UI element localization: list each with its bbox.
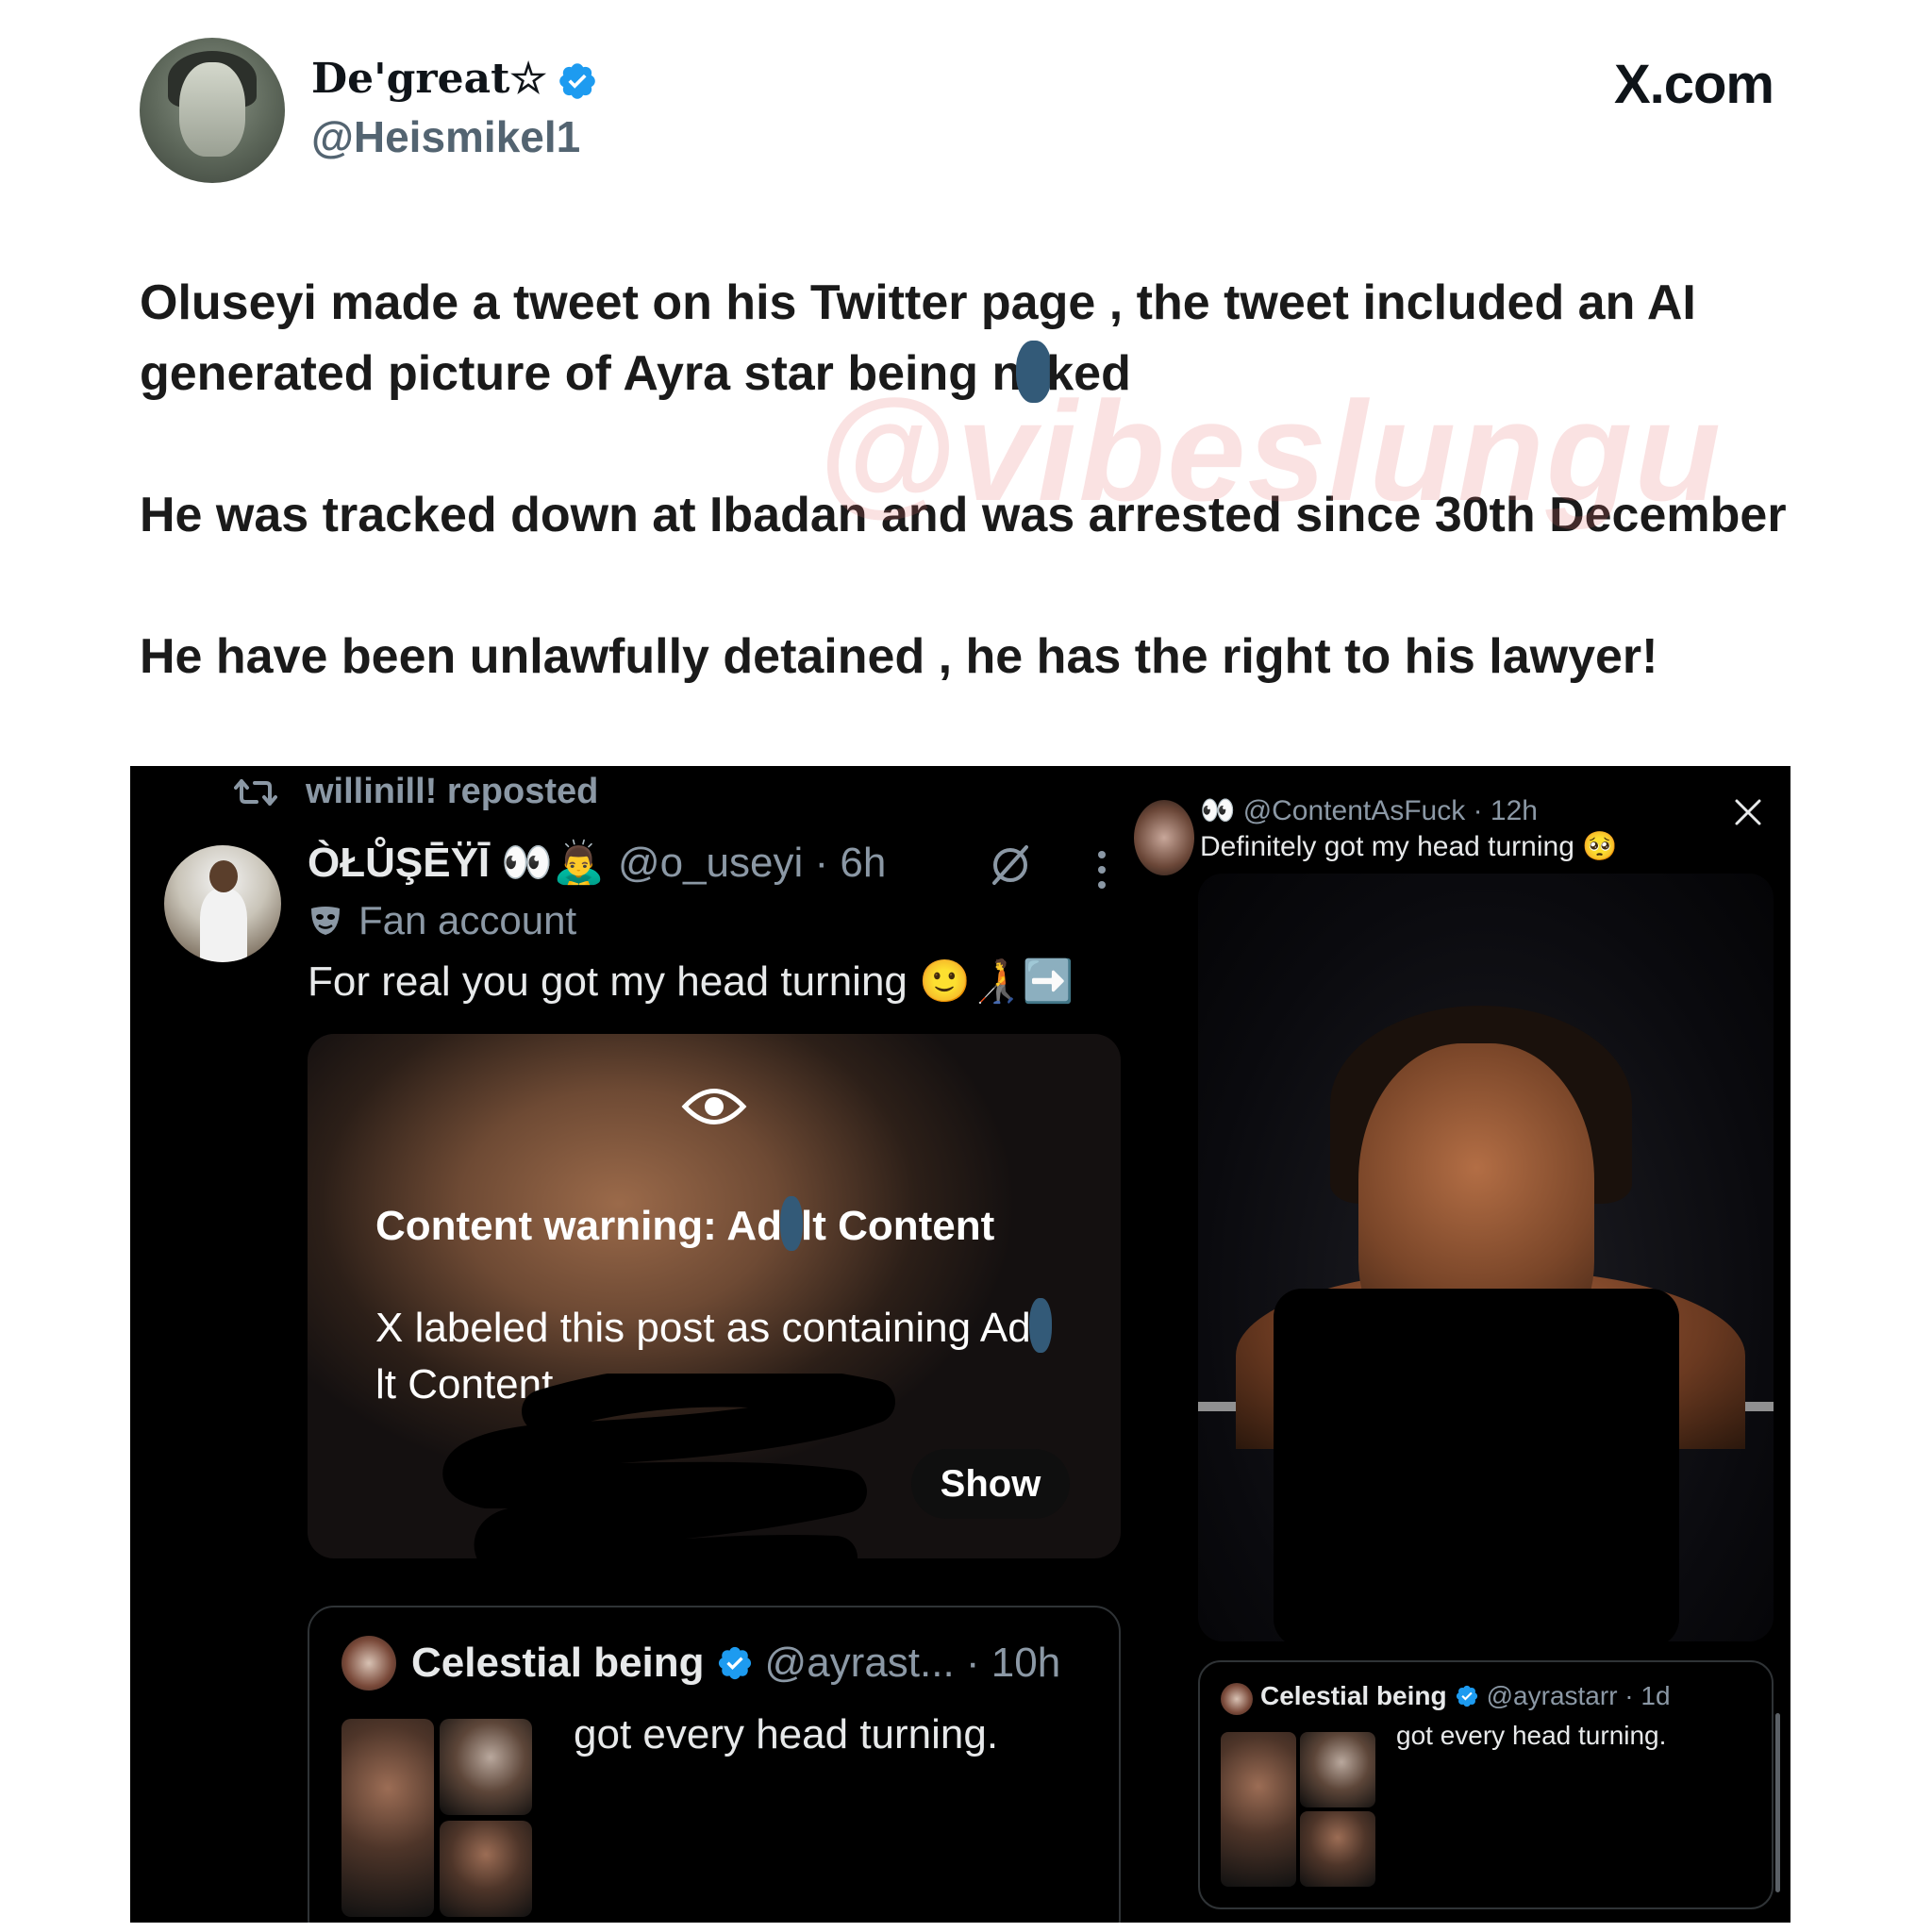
quoted-image-thumbnail[interactable] (1221, 1732, 1296, 1887)
more-options-icon[interactable] (1096, 849, 1108, 891)
right-post-text: Definitely got my head turning 🥺 (1200, 831, 1618, 862)
tweet-paragraph-3: He have been unlawfully detained , he ha… (140, 629, 1658, 684)
embedded-screenshot: willinill! reposted ÒŁŮŞĒŸĪ 👀🙇‍♂️ @o_usey… (130, 766, 1790, 1923)
right-quoted-post-card[interactable]: Celestial being @ayrastarr · 1d got ever… (1198, 1660, 1774, 1909)
eye-icon (681, 1089, 747, 1124)
mask-icon (311, 907, 340, 935)
quoted-author-handle-time[interactable]: @ayrast... · 10h (765, 1640, 1061, 1687)
content-warning-card[interactable]: Content warning: Ad lt Content X labeled … (308, 1034, 1121, 1558)
quoted-post-header: Celestial being @ayrast... · 10h (411, 1640, 1060, 1687)
post-header: ÒŁŮŞĒŸĪ 👀🙇‍♂️ @o_useyi · 6h (308, 838, 886, 887)
redaction-mark (1028, 1298, 1052, 1353)
post-author-avatar[interactable] (164, 845, 281, 962)
quoted-post-card[interactable]: Celestial being @ayrast... · 10h got eve… (308, 1606, 1121, 1923)
author-avatar[interactable] (140, 38, 285, 183)
avatar-robe (200, 889, 247, 962)
warning-title-tail: lt Content (800, 1203, 995, 1249)
repost-label[interactable]: willinill! reposted (306, 772, 598, 812)
scrollbar[interactable] (1775, 1713, 1780, 1892)
right-quoted-post-text: got every head turning. (1396, 1721, 1667, 1750)
warning-desc-text: X labeled this post as containing Ad (375, 1305, 1031, 1351)
right-quoted-author-name[interactable]: Celestial being (1260, 1681, 1447, 1711)
black-scribble-redaction (1274, 1289, 1679, 1641)
content-warning-title: Content warning: Ad lt Content (375, 1196, 994, 1251)
post-author-name[interactable]: ÒŁŮŞĒŸĪ 👀🙇‍♂️ (308, 840, 605, 886)
fan-account-label: Fan account (308, 898, 576, 943)
x-logo-icon (1735, 799, 1761, 825)
quoted-image-thumbnail[interactable] (440, 1821, 532, 1917)
quoted-image-thumbnail[interactable] (341, 1719, 434, 1917)
author-display-name[interactable]: De'great☆ (311, 55, 547, 103)
right-quoted-author-avatar[interactable] (1221, 1683, 1253, 1715)
watermark-text: @vibeslungu (817, 372, 1724, 530)
warning-title-text: Content warning: Ad (375, 1203, 782, 1249)
brand-logo-text: X.com (1613, 54, 1774, 115)
repost-icon (234, 778, 277, 806)
show-content-button[interactable]: Show (911, 1449, 1070, 1519)
repost-row: willinill! reposted (234, 772, 598, 812)
right-quoted-author-handle-time[interactable]: @ayrastarr · 1d (1487, 1681, 1671, 1711)
verified-badge-icon (718, 1646, 751, 1680)
right-post-header[interactable]: 👀 @ContentAsFuck · 12h (1200, 794, 1538, 827)
black-scribble-redaction (442, 1374, 895, 1558)
avatar-head (209, 860, 238, 892)
right-post-photo[interactable] (1198, 874, 1774, 1641)
grok-icon[interactable] (987, 841, 1034, 889)
fan-account-text: Fan account (358, 898, 577, 942)
avatar-face (179, 62, 245, 157)
quoted-author-name[interactable]: Celestial being (411, 1640, 705, 1687)
quoted-image-thumbnail[interactable] (1300, 1811, 1375, 1887)
author-handle[interactable]: @Heismikel1 (311, 111, 580, 162)
quoted-post-text: got every head turning. (574, 1711, 999, 1757)
quoted-image-thumbnail[interactable] (1300, 1732, 1375, 1807)
verified-badge-icon (559, 63, 595, 99)
verified-badge-icon (1456, 1685, 1477, 1707)
right-quoted-post-header: Celestial being @ayrastarr · 1d (1260, 1681, 1671, 1711)
redaction-mark (779, 1196, 803, 1251)
post-author-handle-time[interactable]: @o_useyi · 6h (618, 840, 886, 886)
post-text: For real you got my head turning 🙂🧑‍🦯➡️ (308, 958, 1074, 1005)
right-post-author-avatar[interactable] (1134, 800, 1194, 875)
quoted-author-avatar[interactable] (341, 1636, 396, 1690)
quoted-image-thumbnail[interactable] (440, 1719, 532, 1815)
